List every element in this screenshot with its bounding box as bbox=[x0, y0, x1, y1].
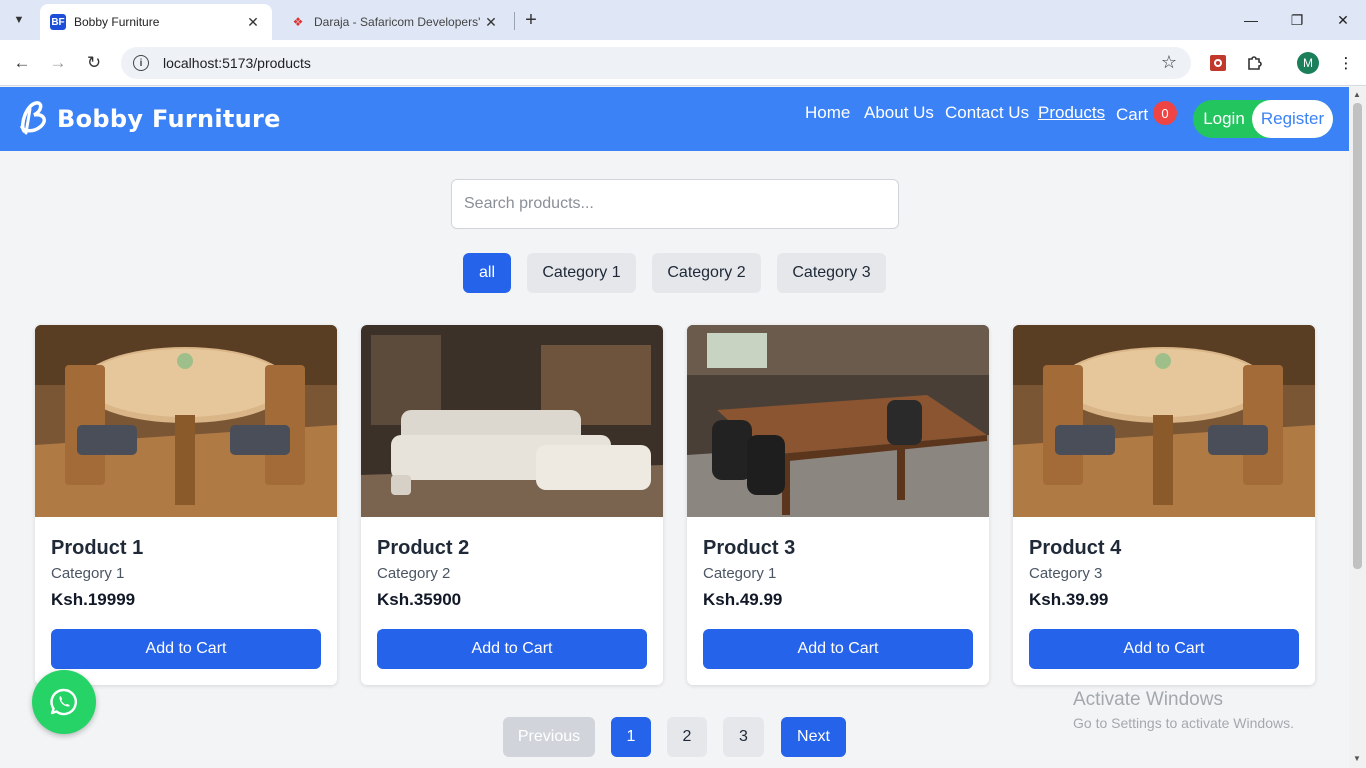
tab-divider bbox=[514, 12, 515, 30]
previous-page-button[interactable]: Previous bbox=[503, 717, 595, 757]
product-name[interactable]: Product 2 bbox=[377, 537, 469, 560]
product-image bbox=[1013, 325, 1315, 517]
add-to-cart-button[interactable]: Add to Cart bbox=[1029, 629, 1299, 669]
filter-category-1[interactable]: Category 1 bbox=[527, 253, 636, 293]
product-image bbox=[361, 325, 663, 517]
forward-arrow-icon[interactable]: → bbox=[46, 51, 70, 75]
page-scrollbar[interactable]: ▲ ▼ bbox=[1349, 87, 1366, 768]
product-price: Ksh.19999 bbox=[51, 590, 136, 609]
whatsapp-chat-button[interactable] bbox=[32, 670, 96, 734]
product-name[interactable]: Product 4 bbox=[1029, 537, 1121, 560]
extension-icon[interactable] bbox=[1206, 51, 1230, 75]
site-navbar: Bobby Furniture Home About Us Contact Us… bbox=[0, 87, 1349, 151]
site-logo[interactable]: Bobby Furniture bbox=[16, 99, 281, 139]
profile-avatar[interactable]: M bbox=[1297, 52, 1319, 74]
logo-mark-icon bbox=[20, 101, 46, 135]
bookmark-star-icon[interactable]: ☆ bbox=[1161, 52, 1177, 73]
url-field[interactable]: i localhost:5173/products ☆ bbox=[121, 47, 1191, 79]
product-price: Ksh.39.99 bbox=[1029, 590, 1109, 609]
scroll-up-arrow-icon[interactable]: ▲ bbox=[1353, 90, 1361, 99]
page-2-button[interactable]: 2 bbox=[667, 717, 707, 757]
product-category: Category 1 bbox=[51, 565, 125, 582]
cart-count-badge: 0 bbox=[1153, 101, 1177, 125]
product-name[interactable]: Product 1 bbox=[51, 537, 143, 560]
search-input[interactable] bbox=[451, 179, 899, 229]
whatsapp-icon bbox=[50, 688, 77, 716]
tab-bobby-furniture[interactable]: BF Bobby Furniture ✕ bbox=[40, 4, 272, 40]
close-icon[interactable]: ✕ bbox=[482, 14, 500, 31]
reload-icon[interactable]: ↻ bbox=[82, 51, 106, 75]
add-to-cart-button[interactable]: Add to Cart bbox=[377, 629, 647, 669]
nav-home[interactable]: Home bbox=[805, 103, 850, 123]
product-card: Product 1 Category 1 Ksh.19999 Add to Ca… bbox=[35, 325, 337, 685]
filter-category-3[interactable]: Category 3 bbox=[777, 253, 886, 293]
favicon-icon: BF bbox=[50, 14, 66, 30]
nav-cart[interactable]: Cart bbox=[1116, 105, 1148, 125]
product-price: Ksh.35900 bbox=[377, 590, 462, 609]
puzzle-extensions-icon[interactable] bbox=[1243, 51, 1267, 75]
product-card: Product 3 Category 1 Ksh.49.99 Add to Ca… bbox=[687, 325, 989, 685]
product-category: Category 1 bbox=[703, 565, 777, 582]
product-card: Product 4 Category 3 Ksh.39.99 Add to Ca… bbox=[1013, 325, 1315, 685]
products-page: Bobby Furniture Home About Us Contact Us… bbox=[0, 87, 1349, 768]
register-button[interactable]: Register bbox=[1252, 100, 1333, 138]
add-to-cart-button[interactable]: Add to Cart bbox=[703, 629, 973, 669]
minimize-icon[interactable]: — bbox=[1228, 0, 1274, 40]
restore-icon[interactable]: ❐ bbox=[1274, 0, 1320, 40]
tab-title: Daraja - Safaricom Developers' bbox=[314, 15, 481, 29]
url-text: localhost:5173/products bbox=[163, 55, 311, 71]
kebab-menu-icon[interactable]: ⋮ bbox=[1334, 51, 1358, 75]
page-1-button[interactable]: 1 bbox=[611, 717, 651, 757]
nav-contact-us[interactable]: Contact Us bbox=[945, 103, 1029, 123]
chevron-down-icon: ▼ bbox=[13, 14, 25, 26]
watermark-subtitle: Go to Settings to activate Windows. bbox=[1073, 715, 1294, 731]
scroll-down-arrow-icon[interactable]: ▼ bbox=[1353, 754, 1361, 763]
watermark-title: Activate Windows bbox=[1073, 689, 1223, 710]
address-bar: ← → ↻ i localhost:5173/products ☆ ⋮ bbox=[0, 40, 1366, 86]
add-to-cart-button[interactable]: Add to Cart bbox=[51, 629, 321, 669]
windows-activation-watermark: Activate Windows Go to Settings to activ… bbox=[1073, 689, 1294, 731]
auth-buttons: Login Register bbox=[1193, 100, 1333, 138]
product-card: Product 2 Category 2 Ksh.35900 Add to Ca… bbox=[361, 325, 663, 685]
browser-tab-strip: ▼ BF Bobby Furniture ✕ ❖ Daraja - Safari… bbox=[0, 0, 1366, 40]
nav-about-us[interactable]: About Us bbox=[864, 103, 934, 123]
scrollbar-thumb[interactable] bbox=[1353, 103, 1362, 569]
tab-search-button[interactable]: ▼ bbox=[6, 8, 32, 32]
next-page-button[interactable]: Next bbox=[781, 717, 846, 757]
filter-category-2[interactable]: Category 2 bbox=[652, 253, 761, 293]
product-category: Category 3 bbox=[1029, 565, 1103, 582]
product-name[interactable]: Product 3 bbox=[703, 537, 795, 560]
new-tab-plus-icon[interactable]: + bbox=[520, 8, 542, 32]
tab-daraja[interactable]: ❖ Daraja - Safaricom Developers' ✕ bbox=[280, 4, 510, 40]
site-info-icon[interactable]: i bbox=[133, 55, 149, 71]
page-3-button[interactable]: 3 bbox=[723, 717, 764, 757]
product-image bbox=[687, 325, 989, 517]
product-category: Category 2 bbox=[377, 565, 451, 582]
product-price: Ksh.49.99 bbox=[703, 590, 783, 609]
close-icon[interactable]: ✕ bbox=[244, 14, 262, 31]
safaricom-favicon-icon: ❖ bbox=[292, 15, 304, 29]
login-button[interactable]: Login bbox=[1193, 100, 1255, 138]
tab-title: Bobby Furniture bbox=[74, 15, 160, 29]
nav-products[interactable]: Products bbox=[1038, 103, 1105, 123]
product-image bbox=[35, 325, 337, 517]
brand-name: Bobby Furniture bbox=[57, 105, 281, 133]
window-close-icon[interactable]: ✕ bbox=[1320, 0, 1366, 40]
back-arrow-icon[interactable]: ← bbox=[10, 51, 34, 75]
filter-all[interactable]: all bbox=[463, 253, 511, 293]
